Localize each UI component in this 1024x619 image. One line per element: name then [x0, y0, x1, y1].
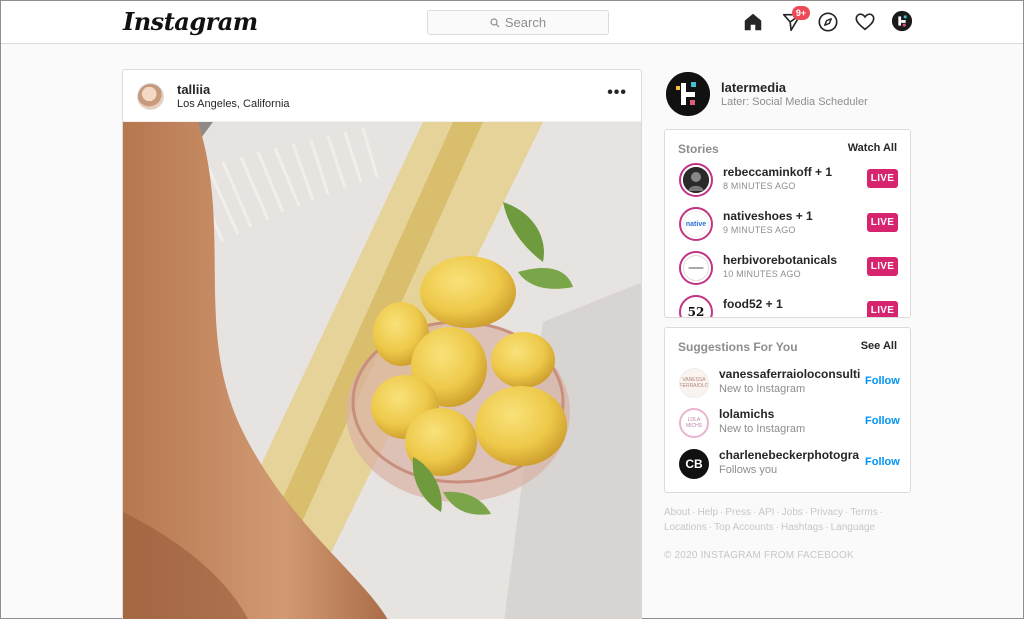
- suggestion-item: VANESSA FERRAIOLO vanessaferraioloconsul…: [679, 367, 901, 401]
- search-placeholder: Search: [504, 15, 547, 30]
- suggestions-title: Suggestions For You: [678, 340, 798, 354]
- stories-panel: Stories Watch All rebeccaminkoff + 1 8 M…: [664, 129, 911, 318]
- explore-icon[interactable]: [817, 11, 841, 35]
- suggestion-item: CB charlenebeckerphotogra Follows you Fo…: [679, 448, 901, 482]
- footer-links: About · Help · Press · API · Jobs · Privacy · Terms ·…: [664, 507, 883, 533]
- story-username: food52 + 1: [723, 297, 783, 311]
- post-author-avatar[interactable]: [137, 83, 164, 110]
- top-nav: Instagram Search 9+: [1, 1, 1023, 44]
- post-header: talliia Los Angeles, California •••: [123, 70, 641, 122]
- live-badge: LIVE: [867, 257, 898, 276]
- follow-button[interactable]: Follow: [865, 456, 900, 468]
- footer-link[interactable]: Locations: [664, 522, 707, 533]
- live-badge: LIVE: [867, 301, 898, 317]
- profile-avatar-icon[interactable]: [891, 10, 915, 34]
- suggestion-item: LOLA MICHS lolamichs New to Instagram Fo…: [679, 407, 901, 441]
- direct-icon[interactable]: 9+: [781, 6, 810, 35]
- follow-button[interactable]: Follow: [865, 375, 900, 387]
- home-icon[interactable]: [742, 11, 766, 35]
- more-options-icon[interactable]: •••: [607, 84, 627, 102]
- story-item[interactable]: rebeccaminkoff + 1 8 MINUTES AGO LIVE: [679, 163, 899, 203]
- follow-button[interactable]: Follow: [865, 415, 900, 427]
- footer-link[interactable]: Press: [725, 507, 751, 518]
- footer-link[interactable]: About: [664, 507, 690, 518]
- footer-link[interactable]: Privacy: [810, 507, 843, 518]
- footer-link[interactable]: Terms: [850, 507, 877, 518]
- suggestion-username[interactable]: charlenebeckerphotogra: [719, 448, 861, 462]
- suggestion-avatar[interactable]: CB: [679, 449, 709, 479]
- activity-badge: 9+: [792, 6, 810, 20]
- post-photo[interactable]: [123, 122, 642, 619]
- own-fullname: Later: Social Media Scheduler: [721, 96, 868, 108]
- post-card: talliia Los Angeles, California •••: [122, 69, 642, 619]
- suggestion-username[interactable]: lolamichs: [719, 407, 861, 421]
- post-location[interactable]: Los Angeles, California: [177, 98, 290, 110]
- story-time: 10 MINUTES AGO: [723, 269, 801, 279]
- post-username[interactable]: talliia: [177, 82, 210, 97]
- own-profile-avatar[interactable]: [666, 72, 710, 116]
- story-username: herbivorebotanicals: [723, 253, 838, 267]
- footer-link[interactable]: Top Accounts: [714, 522, 773, 533]
- suggestion-reason: New to Instagram: [719, 383, 806, 395]
- own-username[interactable]: latermedia: [721, 80, 786, 95]
- suggestion-username[interactable]: vanessaferraioloconsulti: [719, 367, 861, 381]
- search-input[interactable]: Search: [427, 10, 609, 35]
- suggestions-panel: Suggestions For You See All VANESSA FERR…: [664, 327, 911, 493]
- stories-title: Stories: [678, 142, 719, 156]
- search-icon: [490, 17, 500, 27]
- live-badge: LIVE: [867, 213, 898, 232]
- story-avatar: [679, 163, 713, 197]
- story-item[interactable]: herbivorebotanicals 10 MINUTES AGO LIVE: [679, 251, 899, 291]
- story-username: nativeshoes + 1: [723, 209, 813, 223]
- suggestion-reason: New to Instagram: [719, 423, 806, 435]
- heart-icon[interactable]: [854, 11, 878, 35]
- copyright: © 2020 INSTAGRAM FROM FACEBOOK: [664, 550, 854, 561]
- story-time: 9 MINUTES AGO: [723, 225, 796, 235]
- see-all-link[interactable]: See All: [861, 340, 897, 352]
- suggestion-avatar[interactable]: LOLA MICHS: [679, 408, 709, 438]
- story-username: rebeccaminkoff + 1: [723, 165, 833, 179]
- footer-link[interactable]: Help: [697, 507, 718, 518]
- live-badge: LIVE: [867, 169, 898, 188]
- suggestion-reason: Follows you: [719, 464, 778, 476]
- story-item[interactable]: 52 food52 + 1 LIVE: [679, 295, 899, 317]
- footer-link[interactable]: Hashtags: [781, 522, 823, 533]
- watch-all-link[interactable]: Watch All: [848, 142, 897, 154]
- footer-link[interactable]: API: [758, 507, 774, 518]
- footer-link[interactable]: Language: [831, 522, 876, 533]
- story-item[interactable]: native nativeshoes + 1 9 MINUTES AGO LIV…: [679, 207, 899, 247]
- instagram-logo[interactable]: Instagram: [123, 7, 258, 36]
- story-avatar: 52: [679, 295, 713, 317]
- suggestion-avatar[interactable]: VANESSA FERRAIOLO: [679, 368, 709, 398]
- story-time: 8 MINUTES AGO: [723, 181, 796, 191]
- story-avatar: native: [679, 207, 713, 241]
- footer-link[interactable]: Jobs: [782, 507, 803, 518]
- story-avatar: [679, 251, 713, 285]
